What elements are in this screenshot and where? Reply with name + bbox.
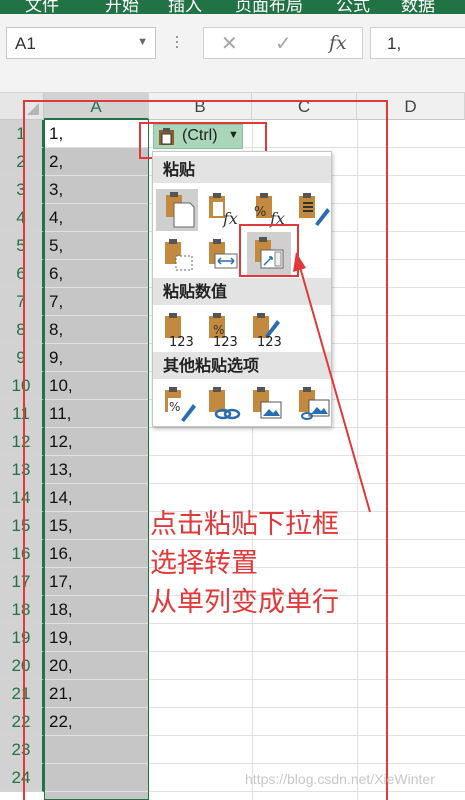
annotation-line: 点击粘贴下拉框 xyxy=(150,509,339,540)
annotation-line: 选择转置 xyxy=(150,548,258,579)
annotation-box-transpose xyxy=(239,224,299,277)
annotation-text: 点击粘贴下拉框 选择转置 从单列变成单行 xyxy=(150,505,339,622)
annotation-line: 从单列变成单行 xyxy=(150,587,339,618)
watermark: https://blog.csdn.net/XieWinter xyxy=(245,771,435,787)
annotation-arrow xyxy=(293,252,371,513)
